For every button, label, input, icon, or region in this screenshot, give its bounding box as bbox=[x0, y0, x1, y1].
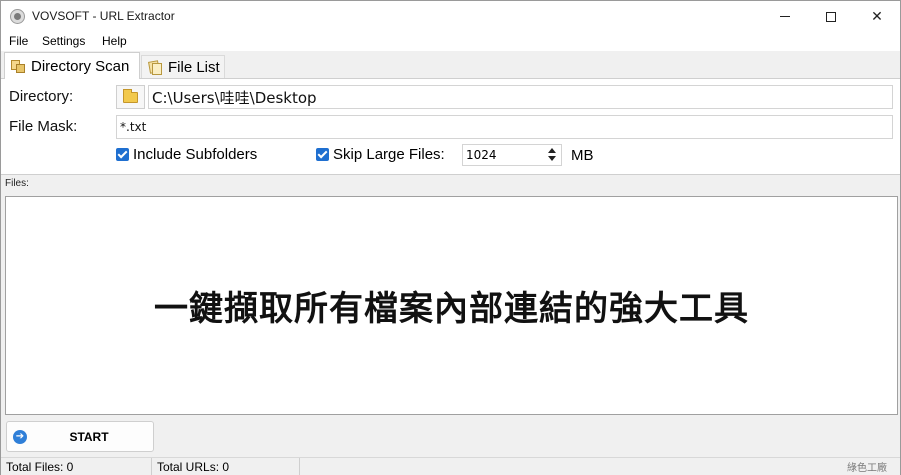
maximize-button[interactable] bbox=[808, 1, 854, 32]
status-bar: Total Files: 0 Total URLs: 0 bbox=[1, 457, 900, 475]
tab-file-list-label: File List bbox=[168, 58, 220, 76]
start-button[interactable]: ➔ START bbox=[6, 421, 154, 452]
minimize-icon bbox=[780, 16, 790, 17]
browse-folder-button[interactable] bbox=[116, 85, 145, 109]
tab-directory-scan-label: Directory Scan bbox=[31, 57, 130, 75]
arrow-down-icon[interactable] bbox=[548, 156, 556, 161]
arrow-up-icon[interactable] bbox=[548, 148, 556, 153]
folder-tree-icon bbox=[11, 59, 25, 73]
close-icon: ✕ bbox=[871, 8, 883, 25]
menu-file[interactable]: File bbox=[9, 34, 28, 48]
file-mask-input[interactable]: *.txt bbox=[116, 115, 893, 139]
size-unit-label: MB bbox=[571, 147, 594, 164]
tab-directory-scan[interactable]: Directory Scan bbox=[4, 52, 140, 79]
total-urls-status: Total URLs: 0 bbox=[157, 460, 230, 474]
include-subfolders-label: Include Subfolders bbox=[133, 146, 258, 163]
documents-icon bbox=[148, 59, 162, 75]
directory-input[interactable]: C:\Users\哇哇\Desktop bbox=[148, 85, 893, 109]
close-button[interactable]: ✕ bbox=[854, 1, 900, 32]
size-limit-spinner[interactable]: 1024 bbox=[462, 144, 562, 166]
status-divider bbox=[299, 458, 300, 475]
files-label: Files: bbox=[5, 178, 29, 189]
menu-help[interactable]: Help bbox=[102, 34, 127, 48]
folder-open-icon bbox=[123, 88, 138, 103]
menu-settings[interactable]: Settings bbox=[42, 34, 85, 48]
directory-label: Directory: bbox=[9, 88, 74, 105]
title-bar: VOVSOFT - URL Extractor ✕ bbox=[1, 1, 900, 32]
overlay-caption: 一鍵擷取所有檔案內部連結的強大工具 bbox=[154, 289, 749, 329]
start-button-label: START bbox=[69, 429, 109, 444]
menu-bar: File Settings Help bbox=[1, 32, 900, 51]
skip-large-files-checkbox[interactable]: Skip Large Files: bbox=[316, 146, 445, 163]
tab-file-list[interactable]: File List bbox=[141, 55, 225, 78]
status-divider bbox=[151, 458, 152, 475]
files-list[interactable]: 一鍵擷取所有檔案內部連結的強大工具 bbox=[5, 196, 898, 415]
include-subfolders-checkbox[interactable]: Include Subfolders bbox=[116, 146, 257, 163]
total-files-status: Total Files: 0 bbox=[6, 460, 74, 474]
checkbox-checked-icon bbox=[116, 148, 129, 161]
spinner-arrows[interactable] bbox=[545, 147, 559, 163]
window-title: VOVSOFT - URL Extractor bbox=[32, 9, 175, 23]
maximize-icon bbox=[826, 11, 836, 22]
checkbox-checked-icon bbox=[316, 148, 329, 161]
watermark: 綠色工廠 bbox=[847, 463, 887, 474]
minimize-button[interactable] bbox=[762, 1, 808, 32]
skip-large-files-label: Skip Large Files: bbox=[333, 146, 445, 163]
size-limit-value: 1024 bbox=[466, 148, 497, 162]
app-window: VOVSOFT - URL Extractor ✕ File Settings … bbox=[0, 0, 901, 475]
app-logo-icon bbox=[10, 9, 25, 24]
file-mask-label: File Mask: bbox=[9, 118, 78, 135]
